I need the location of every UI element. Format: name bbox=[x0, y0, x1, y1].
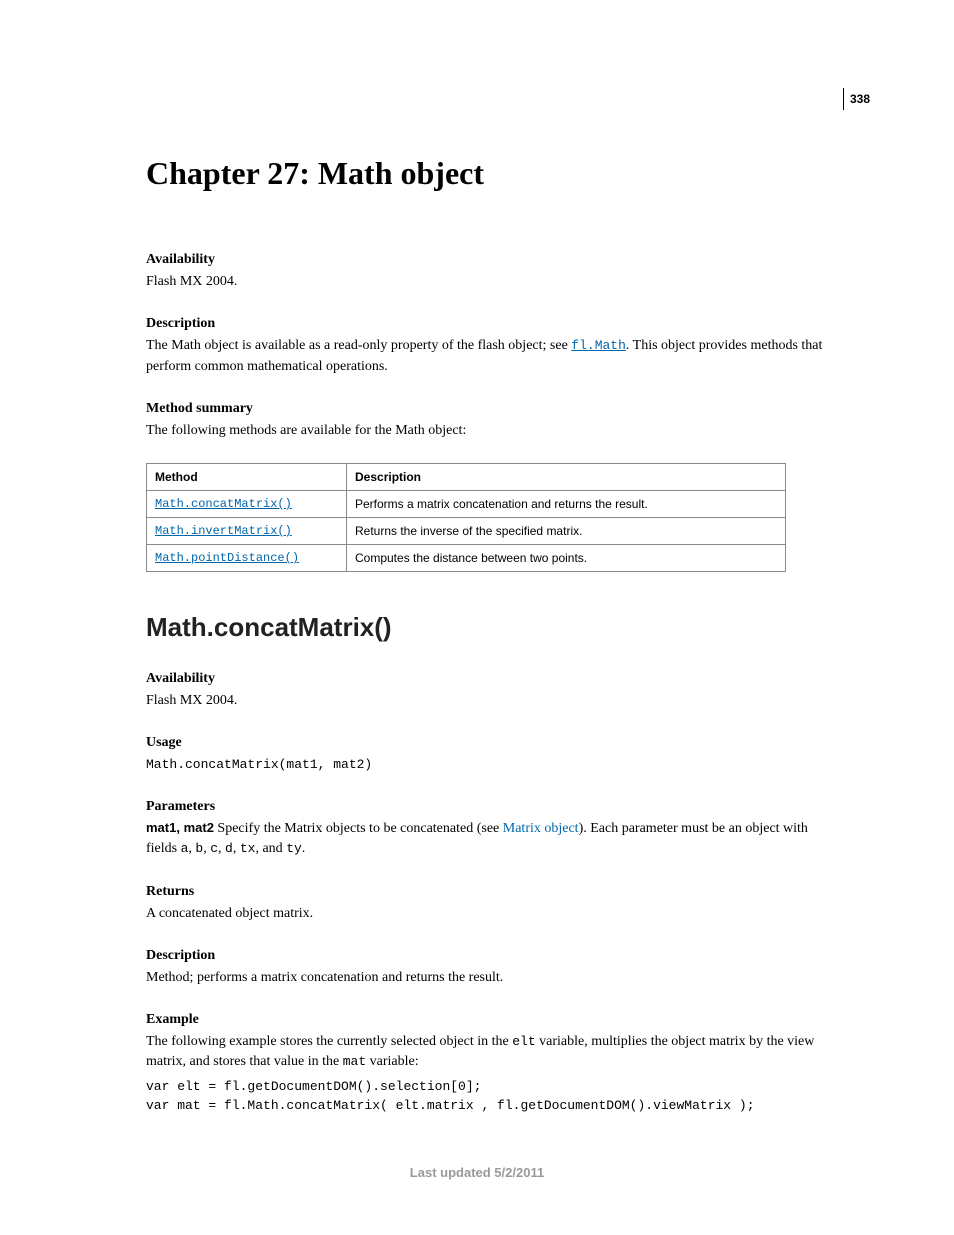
param-name: mat1, mat2 bbox=[146, 820, 214, 835]
sec-description-text: Method; performs a matrix concatenation … bbox=[146, 968, 836, 988]
description-heading: Description bbox=[146, 316, 836, 332]
sec-usage-code: Math.concatMatrix(mat1, mat2) bbox=[146, 755, 836, 775]
fl-math-link[interactable]: fl.Math bbox=[571, 338, 626, 353]
field-tx: tx bbox=[240, 841, 256, 856]
col-method: Method bbox=[147, 464, 347, 491]
page-number: 338 bbox=[843, 88, 870, 110]
sec-parameters-text: mat1, mat2 Specify the Matrix objects to… bbox=[146, 819, 836, 860]
field-ty: ty bbox=[286, 841, 302, 856]
table-row: Math.concatMatrix() Performs a matrix co… bbox=[147, 491, 786, 518]
sec-returns-text: A concatenated object matrix. bbox=[146, 904, 836, 924]
field-c: c bbox=[210, 841, 218, 856]
sec-usage-heading: Usage bbox=[146, 735, 836, 751]
method-link-pointdistance[interactable]: Math.pointDistance() bbox=[155, 551, 299, 565]
section-title: Math.concatMatrix() bbox=[146, 612, 836, 643]
table-row: Math.invertMatrix() Returns the inverse … bbox=[147, 518, 786, 545]
method-desc: Returns the inverse of the specified mat… bbox=[347, 518, 786, 545]
sec-example-heading: Example bbox=[146, 1012, 836, 1028]
example-pre: The following example stores the current… bbox=[146, 1034, 512, 1049]
table-row: Math.pointDistance() Computes the distan… bbox=[147, 545, 786, 572]
method-summary-heading: Method summary bbox=[146, 401, 836, 417]
availability-heading: Availability bbox=[146, 252, 836, 268]
method-link-concatmatrix[interactable]: Math.concatMatrix() bbox=[155, 497, 292, 511]
method-link-invertmatrix[interactable]: Math.invertMatrix() bbox=[155, 524, 292, 538]
sec-returns-heading: Returns bbox=[146, 884, 836, 900]
example-var-elt: elt bbox=[512, 1034, 535, 1049]
col-description: Description bbox=[347, 464, 786, 491]
param-end: . bbox=[302, 841, 306, 856]
method-desc: Performs a matrix concatenation and retu… bbox=[347, 491, 786, 518]
description-pre: The Math object is available as a read-o… bbox=[146, 338, 571, 353]
table-header-row: Method Description bbox=[147, 464, 786, 491]
matrix-object-link[interactable]: Matrix object bbox=[503, 821, 579, 836]
param-pre: Specify the Matrix objects to be concate… bbox=[214, 821, 503, 836]
availability-text: Flash MX 2004. bbox=[146, 272, 836, 292]
chapter-title: Chapter 27: Math object bbox=[146, 155, 836, 192]
method-desc: Computes the distance between two points… bbox=[347, 545, 786, 572]
sec-example-code: var elt = fl.getDocumentDOM().selection[… bbox=[146, 1077, 836, 1116]
sec-example-text: The following example stores the current… bbox=[146, 1032, 836, 1073]
sec-availability-heading: Availability bbox=[146, 671, 836, 687]
page-content: Chapter 27: Math object Availability Fla… bbox=[146, 155, 836, 1116]
page-footer: Last updated 5/2/2011 bbox=[0, 1165, 954, 1180]
field-d: d bbox=[225, 841, 233, 856]
sec-description-heading: Description bbox=[146, 948, 836, 964]
sec-parameters-heading: Parameters bbox=[146, 799, 836, 815]
description-text: The Math object is available as a read-o… bbox=[146, 336, 836, 377]
field-b: b bbox=[195, 841, 203, 856]
param-and: , and bbox=[255, 841, 286, 856]
field-a: a bbox=[181, 841, 189, 856]
method-summary-table: Method Description Math.concatMatrix() P… bbox=[146, 463, 786, 572]
sec-availability-text: Flash MX 2004. bbox=[146, 691, 836, 711]
example-post: variable: bbox=[366, 1054, 418, 1069]
method-summary-text: The following methods are available for … bbox=[146, 421, 836, 441]
example-var-mat: mat bbox=[343, 1054, 366, 1069]
